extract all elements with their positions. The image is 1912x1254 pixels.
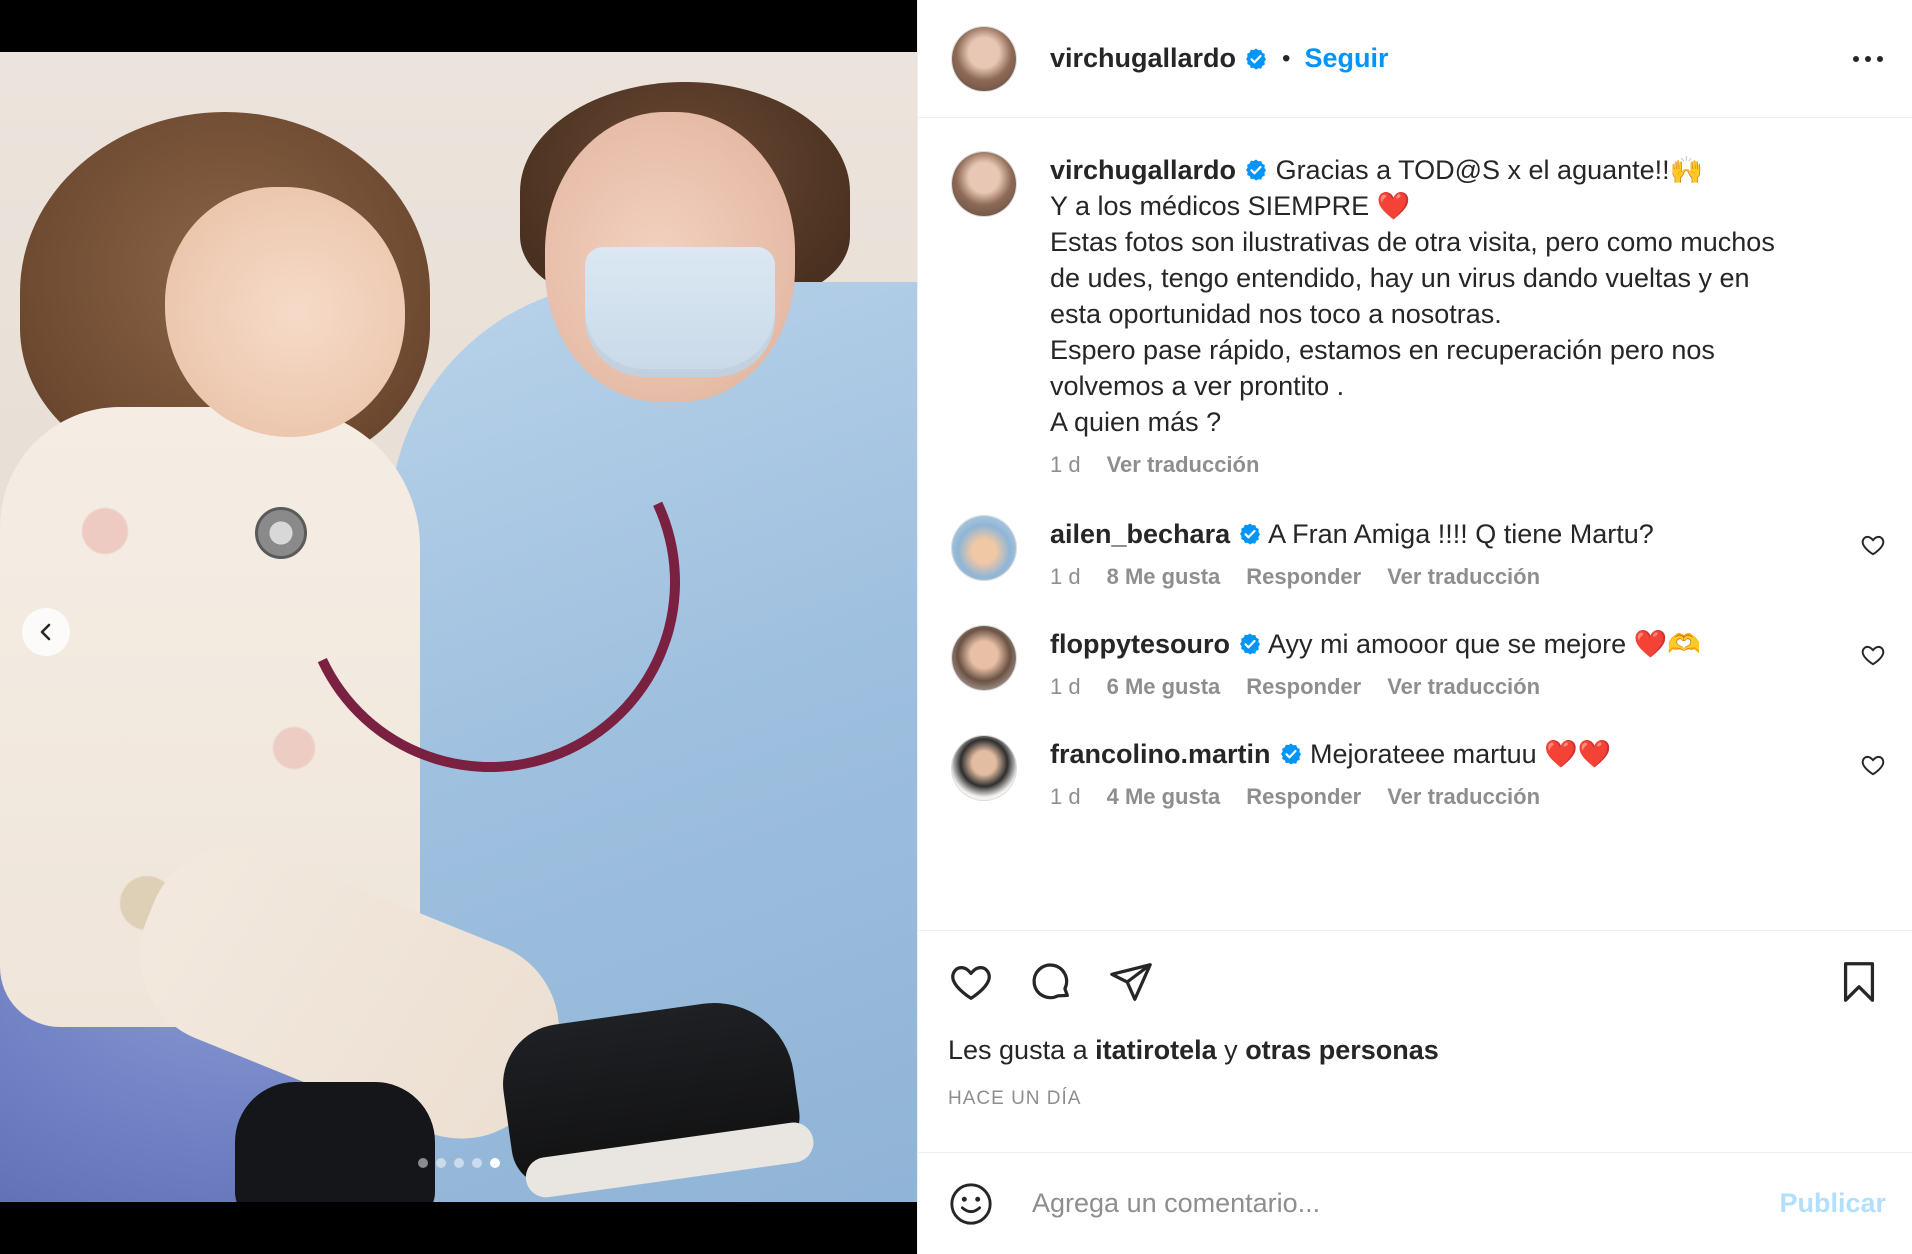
follow-button[interactable]: Seguir <box>1304 43 1388 74</box>
commenter-username[interactable]: floppytesouro <box>1050 626 1262 662</box>
comment-content: A Fran Amiga !!!! Q tiene Martu? <box>1268 519 1654 549</box>
heart-icon[interactable] <box>948 959 994 1005</box>
verified-icon <box>1246 48 1267 69</box>
more-icon-dot <box>1877 55 1883 62</box>
verified-icon <box>1246 159 1267 181</box>
comment-body: francolino.martin Mejorateee martuu ❤️❤️… <box>1050 736 1848 810</box>
post-photo <box>0 52 917 1202</box>
verified-icon <box>1240 523 1261 545</box>
likes-conj: y <box>1224 1035 1238 1065</box>
emoji-icon[interactable] <box>948 1181 994 1227</box>
carousel-indicator <box>0 1158 917 1168</box>
action-icons <box>948 955 1882 1009</box>
comment-item: ailen_bechara A Fran Amiga !!!! Q tiene … <box>952 516 1886 590</box>
carousel-dot <box>471 1158 482 1168</box>
comment-item: floppytesouro Ayy mi amooor que se mejor… <box>952 626 1886 700</box>
post-media <box>0 0 917 1254</box>
author-avatar[interactable] <box>952 26 1016 91</box>
caption-translate-link[interactable]: Ver traducción <box>1107 452 1260 478</box>
comment-time[interactable]: 1 d <box>1050 784 1081 810</box>
bookmark-icon[interactable] <box>1836 959 1882 1005</box>
caption-line: Espero pase rápido, estamos en recuperac… <box>1050 335 1715 365</box>
commenter-username[interactable]: ailen_bechara <box>1050 516 1262 552</box>
comment-icon[interactable] <box>1028 959 1074 1005</box>
post-timestamp[interactable]: HACE UN DÍA <box>948 1088 1882 1110</box>
publish-button[interactable]: Publicar <box>1779 1188 1886 1219</box>
comment-time[interactable]: 1 d <box>1050 564 1081 590</box>
caption-line: esta oportunidad nos toco a nosotras. <box>1050 299 1502 329</box>
comment-like-heart-icon[interactable] <box>1860 532 1886 558</box>
caption-text: virchugallardo Gracias a TOD@S x el agua… <box>1050 152 1886 440</box>
comment-item: francolino.martin Mejorateee martuu ❤️❤️… <box>952 736 1886 810</box>
caption-time[interactable]: 1 d <box>1050 452 1081 478</box>
photo-sneaker-left <box>235 1082 435 1202</box>
caption-line: Estas fotos son ilustrativas de otra vis… <box>1050 227 1775 257</box>
commenter-username[interactable]: francolino.martin <box>1050 736 1303 772</box>
post-header: virchugallardo • Seguir <box>918 0 1912 118</box>
post-caption: virchugallardo Gracias a TOD@S x el agua… <box>952 152 1886 478</box>
caption-username[interactable]: virchugallardo <box>1050 152 1268 188</box>
comment-translate-link[interactable]: Ver traducción <box>1387 564 1540 590</box>
comment-translate-link[interactable]: Ver traducción <box>1387 674 1540 700</box>
caption-line: de udes, tengo entendido, hay un virus d… <box>1050 263 1750 293</box>
verified-icon <box>1240 633 1260 655</box>
comment-input[interactable] <box>1030 1187 1780 1220</box>
author-username[interactable]: virchugallardo <box>1050 43 1236 74</box>
carousel-dot <box>453 1158 464 1168</box>
more-icon-dot <box>1865 55 1871 62</box>
comment-meta: 1 d 4 Me gusta Responder Ver traducción <box>1050 784 1848 810</box>
likes-prefix: Les gusta a <box>948 1035 1088 1065</box>
comments-section: virchugallardo Gracias a TOD@S x el agua… <box>918 118 1912 930</box>
commenter-avatar[interactable] <box>952 736 1016 800</box>
post-actions: Les gusta a itatirotela y otras personas… <box>918 930 1912 1152</box>
chevron-left-icon <box>40 623 51 641</box>
comment-reply-button[interactable]: Responder <box>1246 564 1361 590</box>
more-options-button[interactable] <box>1850 41 1886 77</box>
caption-line: volvemos a ver prontito . <box>1050 371 1345 401</box>
caption-line: Y a los médicos SIEMPRE ❤️ <box>1050 191 1411 221</box>
comment-body: ailen_bechara A Fran Amiga !!!! Q tiene … <box>1050 516 1848 590</box>
comment-meta: 1 d 6 Me gusta Responder Ver traducción <box>1050 674 1848 700</box>
more-icon <box>1853 55 1859 62</box>
comment-text: floppytesouro Ayy mi amooor que se mejor… <box>1050 626 1848 662</box>
commenter-avatar[interactable] <box>952 516 1016 580</box>
comment-meta: 1 d 8 Me gusta Responder Ver traducción <box>1050 564 1848 590</box>
comment-like-heart-icon[interactable] <box>1860 752 1886 778</box>
photo-stethoscope <box>255 507 307 559</box>
comment-translate-link[interactable]: Ver traducción <box>1387 784 1540 810</box>
comment-like-heart-icon[interactable] <box>1860 642 1886 668</box>
comment-text: francolino.martin Mejorateee martuu ❤️❤️ <box>1050 736 1848 772</box>
likes-others-link[interactable]: otras personas <box>1245 1035 1439 1065</box>
caption-avatar[interactable] <box>952 152 1016 216</box>
instagram-post-view: virchugallardo • Seguir virchugallardo G… <box>0 0 1912 1254</box>
carousel-dot <box>417 1158 428 1168</box>
comment-reply-button[interactable]: Responder <box>1246 784 1361 810</box>
comment-reply-button[interactable]: Responder <box>1246 674 1361 700</box>
comment-composer: Publicar <box>918 1152 1912 1254</box>
comment-content: Ayy mi amooor que se mejore ❤️🫶 <box>1268 629 1701 659</box>
commenter-avatar[interactable] <box>952 626 1016 690</box>
carousel-prev-button[interactable] <box>22 608 70 656</box>
comment-time[interactable]: 1 d <box>1050 674 1081 700</box>
share-icon[interactable] <box>1108 959 1154 1005</box>
comment-likes[interactable]: 4 Me gusta <box>1107 784 1221 810</box>
comment-content: Mejorateee martuu ❤️❤️ <box>1310 739 1612 769</box>
carousel-dot <box>489 1158 500 1168</box>
comment-likes[interactable]: 8 Me gusta <box>1107 564 1221 590</box>
likes-summary: Les gusta a itatirotela y otras personas <box>948 1035 1882 1066</box>
liker-username[interactable]: itatirotela <box>1095 1035 1217 1065</box>
comment-body: floppytesouro Ayy mi amooor que se mejor… <box>1050 626 1848 700</box>
post-sidebar: virchugallardo • Seguir virchugallardo G… <box>917 0 1912 1254</box>
caption-body: virchugallardo Gracias a TOD@S x el agua… <box>1050 152 1886 478</box>
verified-icon <box>1280 743 1301 765</box>
comment-text: ailen_bechara A Fran Amiga !!!! Q tiene … <box>1050 516 1848 552</box>
caption-line: A quien más ? <box>1050 407 1222 437</box>
photo-face-mask <box>585 247 775 377</box>
caption-line: Gracias a TOD@S x el aguante!!🙌 <box>1275 155 1704 185</box>
header-separator: • <box>1282 44 1291 72</box>
carousel-dot <box>435 1158 446 1168</box>
comment-likes[interactable]: 6 Me gusta <box>1107 674 1221 700</box>
caption-meta: 1 d Ver traducción <box>1050 452 1886 478</box>
